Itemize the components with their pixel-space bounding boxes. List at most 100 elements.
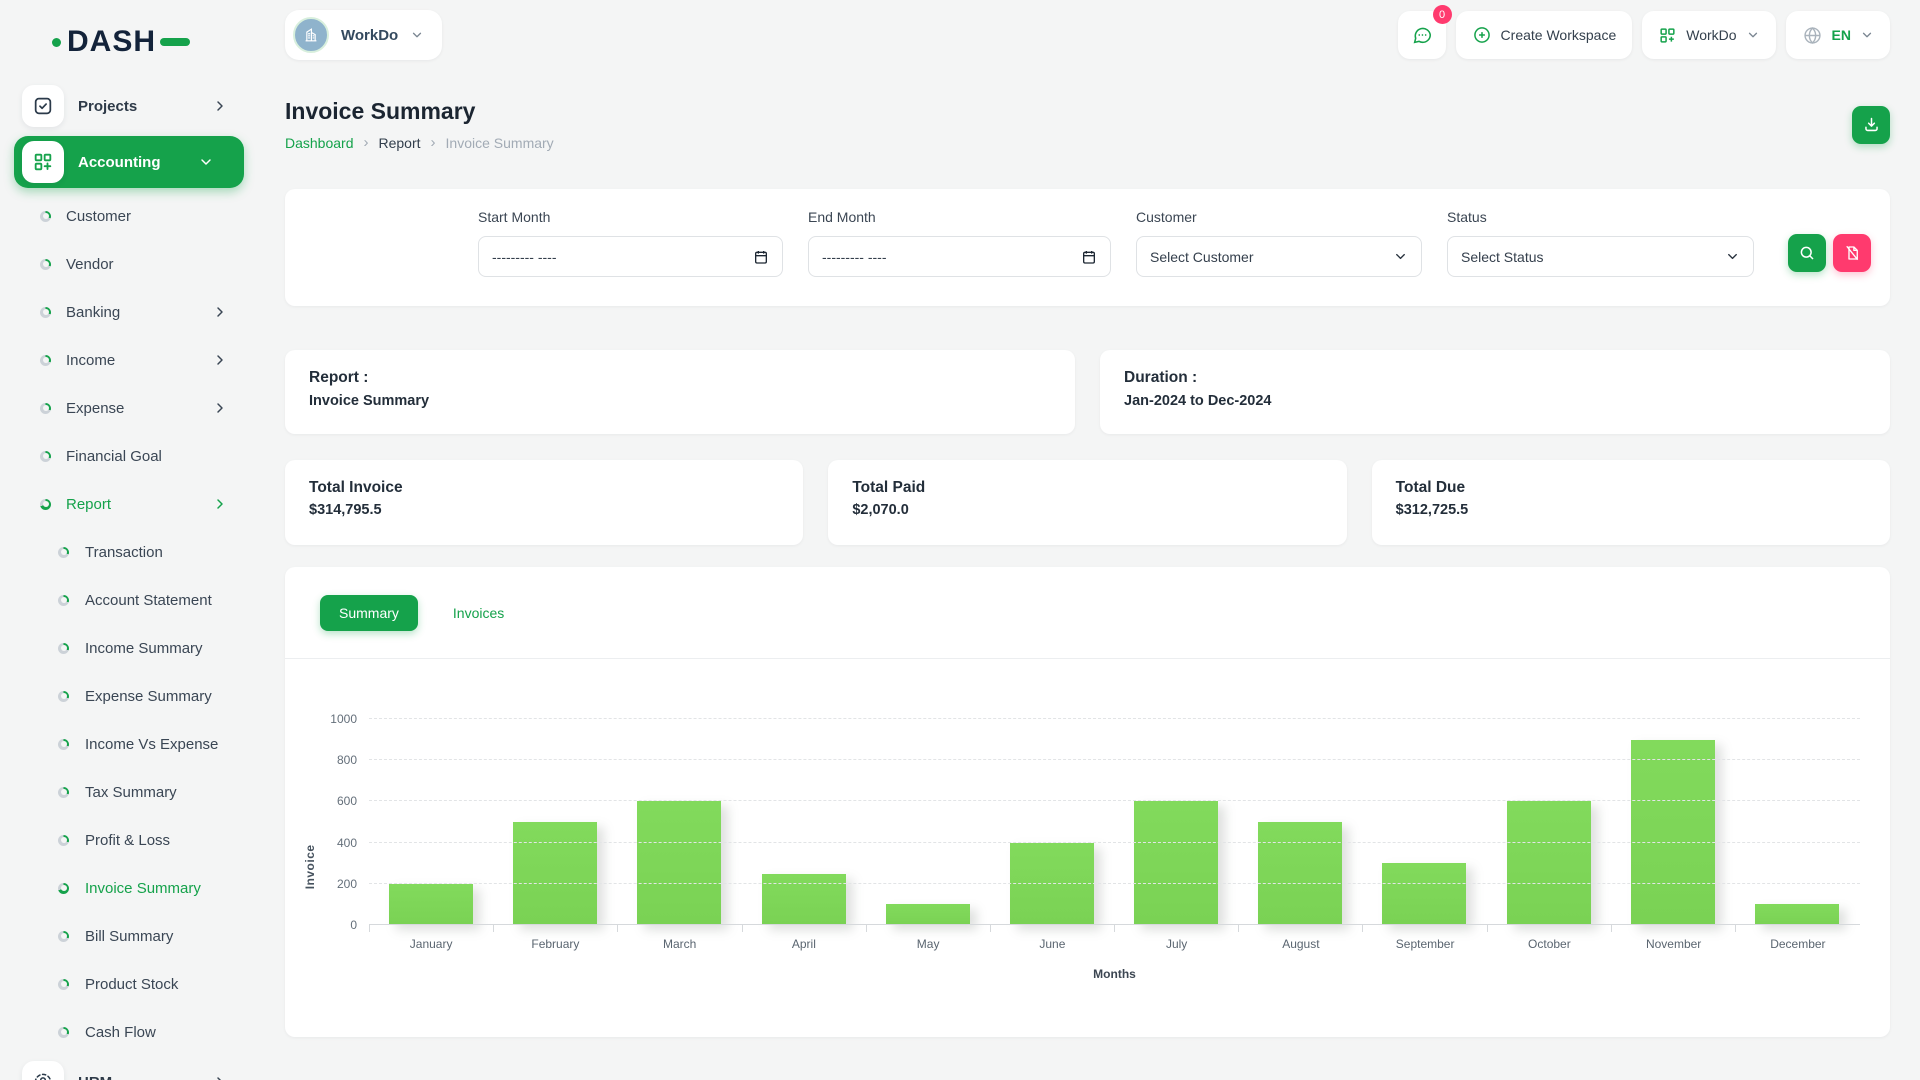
sidebar-item-accounting[interactable]: Accounting [14, 136, 244, 188]
sidebar-item-banking[interactable]: Banking [0, 288, 258, 336]
status-select[interactable]: Select Status [1447, 236, 1754, 277]
workspace-avatar [293, 17, 329, 53]
total-due-value: $312,725.5 [1396, 502, 1866, 518]
end-month-placeholder: --------- ---- [822, 249, 887, 265]
x-tick-label-may: May [866, 937, 990, 951]
chevron-down-icon [410, 28, 424, 42]
gridline-400: 400 [369, 842, 1860, 843]
sidebar-item-income-vs-expense[interactable]: Income Vs Expense [0, 720, 258, 768]
gridline-800: 800 [369, 759, 1860, 760]
bar-may[interactable] [886, 904, 970, 925]
bar-september[interactable] [1382, 863, 1466, 925]
sidebar-nav: Projects Accounting Customer Vendor Banking I… [0, 80, 258, 1080]
sidebar-item-report[interactable]: Report [0, 480, 258, 528]
download-icon [1862, 115, 1881, 134]
sidebar-item-tax-summary[interactable]: Tax Summary [0, 768, 258, 816]
bullet-icon [58, 1027, 69, 1038]
download-button[interactable] [1852, 106, 1890, 144]
users-icon [22, 1061, 64, 1080]
calendar-icon[interactable] [753, 249, 769, 265]
chevron-down-icon [198, 154, 214, 170]
bar-slot-october [1487, 719, 1611, 925]
chart-x-axis-labels: JanuaryFebruaryMarchAprilMayJuneJulyAugu… [369, 937, 1860, 951]
start-month-input[interactable]: --------- ---- [478, 236, 783, 277]
sidebar-item-account-statement[interactable]: Account Statement [0, 576, 258, 624]
messages-button[interactable]: 0 [1398, 11, 1446, 59]
sidebar-item-cash-flow[interactable]: Cash Flow [0, 1008, 258, 1056]
sidebar-item-vendor[interactable]: Vendor [0, 240, 258, 288]
total-invoice-value: $314,795.5 [309, 502, 779, 518]
sidebar-item-financial-goal[interactable]: Financial Goal [0, 432, 258, 480]
breadcrumb-current: Invoice Summary [446, 135, 554, 151]
report-label: Report : [309, 369, 1051, 387]
sidebar-item-expense[interactable]: Expense [0, 384, 258, 432]
search-button[interactable] [1788, 234, 1826, 272]
end-month-input[interactable]: --------- ---- [808, 236, 1111, 277]
sidebar-item-label: Cash Flow [85, 1024, 228, 1041]
breadcrumb-dashboard[interactable]: Dashboard [285, 135, 354, 151]
sidebar-item-customer[interactable]: Customer [0, 192, 258, 240]
breadcrumb-report[interactable]: Report [379, 135, 421, 151]
bar-slot-december [1735, 719, 1860, 925]
bar-january[interactable] [389, 884, 473, 925]
app-switcher-button[interactable]: WorkDo [1642, 11, 1775, 59]
sidebar-item-label: Banking [66, 304, 212, 321]
sidebar-item-label: Report [66, 496, 212, 513]
filter-card: Start Month --------- ---- End Month ---… [285, 189, 1890, 306]
bar-november[interactable] [1631, 740, 1715, 925]
bullet-icon [58, 835, 69, 846]
bullet-icon [40, 355, 51, 366]
sidebar-item-expense-summary[interactable]: Expense Summary [0, 672, 258, 720]
x-tick-label-october: October [1487, 937, 1611, 951]
sidebar-item-label: Projects [78, 98, 212, 115]
sidebar-item-bill-summary[interactable]: Bill Summary [0, 912, 258, 960]
sidebar-item-projects[interactable]: Projects [0, 80, 258, 132]
building-icon [301, 25, 321, 45]
language-button[interactable]: EN [1786, 11, 1890, 59]
customer-select[interactable]: Select Customer [1136, 236, 1422, 277]
calendar-icon[interactable] [1081, 249, 1097, 265]
bar-april[interactable] [762, 874, 846, 926]
bar-slot-june [990, 719, 1114, 925]
customer-label: Customer [1136, 209, 1422, 225]
y-tick-label: 400 [317, 836, 357, 850]
total-due-card: Total Due $312,725.5 [1372, 460, 1890, 545]
gridline-600: 600 [369, 800, 1860, 801]
sidebar: DASH Projects Accounting Customer Vendor Ban… [0, 0, 258, 1080]
chat-icon [1411, 24, 1433, 46]
chevron-right-icon [212, 400, 228, 416]
page-title: Invoice Summary [285, 98, 554, 125]
sidebar-item-hrm[interactable]: HRM [0, 1056, 258, 1080]
bullet-icon [58, 643, 69, 654]
bar-march[interactable] [637, 801, 721, 925]
bar-february[interactable] [513, 822, 597, 925]
sidebar-item-income[interactable]: Income [0, 336, 258, 384]
reset-filter-button[interactable] [1833, 234, 1871, 272]
messages-badge: 0 [1433, 5, 1452, 24]
sidebar-item-label: Product Stock [85, 976, 228, 993]
chevron-right-icon [212, 1074, 228, 1080]
topbar-actions: 0 Create Workspace WorkDo EN [1398, 11, 1890, 59]
x-tick-label-november: November [1612, 937, 1736, 951]
bar-october[interactable] [1507, 801, 1591, 925]
sidebar-item-profit-loss[interactable]: Profit & Loss [0, 816, 258, 864]
tab-invoices[interactable]: Invoices [434, 595, 523, 631]
tab-summary[interactable]: Summary [320, 595, 418, 631]
bar-slot-march [617, 719, 741, 925]
total-paid-label: Total Paid [852, 479, 1322, 497]
create-workspace-button[interactable]: Create Workspace [1456, 11, 1633, 59]
bullet-icon [40, 403, 51, 414]
sidebar-item-income-summary[interactable]: Income Summary [0, 624, 258, 672]
sidebar-item-invoice-summary[interactable]: Invoice Summary [0, 864, 258, 912]
bar-december[interactable] [1755, 904, 1839, 925]
sidebar-item-label: Customer [66, 208, 228, 225]
sidebar-item-label: Expense [66, 400, 212, 417]
sidebar-item-product-stock[interactable]: Product Stock [0, 960, 258, 1008]
sidebar-item-label: Income Vs Expense [85, 736, 228, 753]
bar-august[interactable] [1258, 822, 1342, 925]
topbar: WorkDo 0 Create Workspace WorkDo [285, 0, 1890, 70]
bar-july[interactable] [1134, 801, 1218, 925]
workspace-switcher[interactable]: WorkDo [285, 10, 442, 60]
brand-logo[interactable]: DASH [0, 14, 258, 70]
sidebar-item-transaction[interactable]: Transaction [0, 528, 258, 576]
